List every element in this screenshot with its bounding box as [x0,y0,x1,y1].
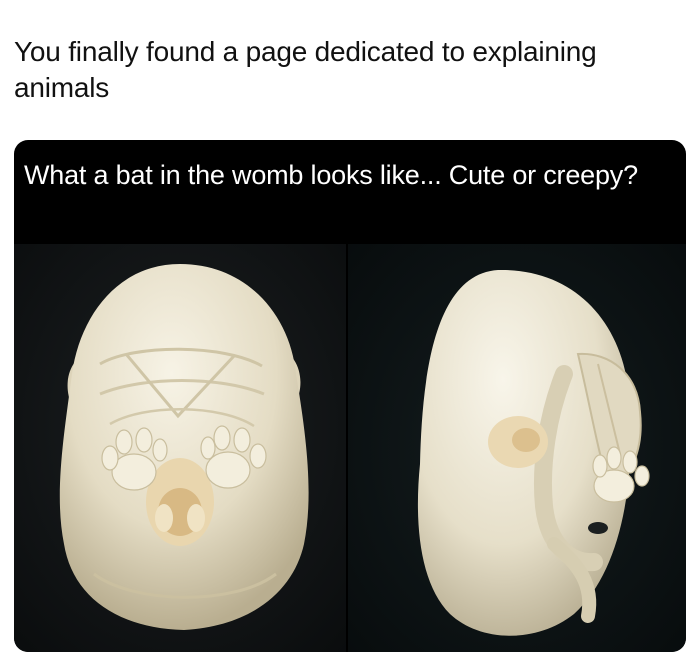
media-card[interactable]: What a bat in the womb looks like... Cut… [14,140,686,652]
bat-embryo-front-photo [14,244,346,652]
post-text: You finally found a page dedicated to ex… [14,36,597,103]
bat-embryo-side-photo [348,244,686,652]
image-caption: What a bat in the womb looks like... Cut… [24,160,638,190]
